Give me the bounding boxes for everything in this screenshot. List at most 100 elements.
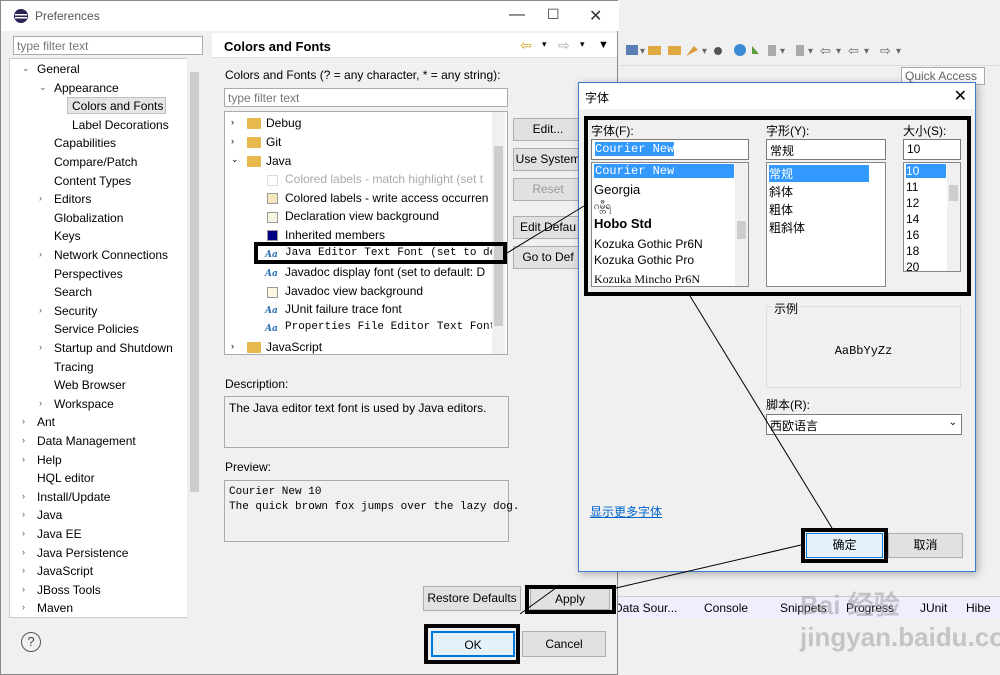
- colors-fonts-label: Colors and Fonts (? = any character, * =…: [225, 68, 501, 82]
- tree-item[interactable]: Tracing: [54, 360, 94, 374]
- expand-icon[interactable]: ›: [39, 193, 42, 203]
- tree-item[interactable]: Java: [37, 508, 62, 522]
- cf-item[interactable]: Inherited members: [285, 228, 385, 242]
- tree-item[interactable]: Compare/Patch: [54, 155, 137, 169]
- colors-fonts-filter-input[interactable]: type filter text: [224, 88, 508, 107]
- cf-item[interactable]: Declaration view background: [285, 209, 439, 223]
- collapse-icon[interactable]: ⌄: [39, 82, 47, 93]
- back-icon[interactable]: ⇦: [520, 37, 532, 54]
- expand-icon[interactable]: ›: [39, 305, 42, 315]
- tree-item[interactable]: Colors and Fonts: [72, 99, 163, 113]
- reset-button[interactable]: Reset: [513, 178, 583, 201]
- tree-item[interactable]: Globalization: [54, 211, 123, 225]
- tree-item[interactable]: Maven: [37, 601, 73, 615]
- font-aa-icon: Aa: [265, 269, 278, 279]
- expand-icon[interactable]: ›: [231, 117, 234, 127]
- forward-icon[interactable]: ⇨: [558, 37, 570, 54]
- expand-icon[interactable]: ›: [22, 547, 25, 557]
- tree-item[interactable]: Keys: [54, 229, 81, 243]
- restore-defaults-button[interactable]: Restore Defaults: [423, 586, 521, 611]
- tree-item[interactable]: Startup and Shutdown: [54, 341, 173, 355]
- cf-item[interactable]: Colored labels - match highlight (set t: [285, 172, 483, 186]
- expand-icon[interactable]: ›: [39, 398, 42, 408]
- collapse-icon[interactable]: ⌄: [231, 154, 239, 165]
- forward-menu-icon[interactable]: ▾: [580, 39, 585, 50]
- tree-item[interactable]: Security: [54, 304, 97, 318]
- expand-icon[interactable]: ›: [22, 565, 25, 575]
- tree-scrollbar[interactable]: [187, 58, 202, 618]
- maximize-icon[interactable]: ☐: [547, 6, 560, 23]
- tree-item[interactable]: HQL editor: [37, 471, 95, 485]
- expand-icon[interactable]: ›: [39, 342, 42, 352]
- view-menu-icon[interactable]: ▼: [598, 39, 609, 51]
- use-system-font-button[interactable]: Use System: [513, 148, 583, 171]
- expand-icon[interactable]: ›: [231, 341, 234, 351]
- cf-tree-scrollbar[interactable]: [492, 112, 505, 354]
- svg-text:▾: ▾: [780, 46, 785, 57]
- tree-item[interactable]: Java EE: [37, 527, 82, 541]
- tab-console[interactable]: Console: [704, 601, 748, 615]
- highlight-box: [801, 528, 888, 563]
- cancel-button[interactable]: Cancel: [522, 631, 606, 657]
- tree-item[interactable]: Web Browser: [54, 378, 126, 392]
- expand-icon[interactable]: ›: [22, 454, 25, 464]
- expand-icon[interactable]: ›: [22, 602, 25, 612]
- font-cancel-button[interactable]: 取消: [888, 533, 963, 558]
- edit-button[interactable]: Edit...: [513, 118, 583, 141]
- minimize-icon[interactable]: —: [509, 6, 525, 24]
- tree-item[interactable]: Install/Update: [37, 490, 110, 504]
- back-menu-icon[interactable]: ▾: [542, 39, 547, 50]
- tree-item[interactable]: Perspectives: [54, 267, 123, 281]
- cf-item[interactable]: Colored labels - write access occurren: [285, 191, 488, 205]
- cf-item-javascript[interactable]: JavaScript: [266, 340, 322, 354]
- tree-item[interactable]: Search: [54, 285, 92, 299]
- expand-icon[interactable]: ›: [22, 491, 25, 501]
- cf-item-java[interactable]: Java: [266, 154, 291, 168]
- color-swatch-icon: [267, 287, 278, 298]
- tree-item[interactable]: JBoss Tools: [37, 583, 101, 597]
- cf-item[interactable]: Javadoc view background: [285, 284, 423, 298]
- expand-icon[interactable]: ›: [231, 136, 234, 146]
- description-text: The Java editor text font is used by Jav…: [224, 396, 509, 448]
- expand-icon[interactable]: ›: [22, 435, 25, 445]
- tree-item[interactable]: Capabilities: [54, 136, 116, 150]
- tree-item[interactable]: Service Policies: [54, 322, 139, 336]
- tree-item[interactable]: Editors: [54, 192, 91, 206]
- cf-item[interactable]: JUnit failure trace font: [285, 302, 402, 316]
- expand-icon[interactable]: ›: [22, 528, 25, 538]
- tree-item[interactable]: Help: [37, 453, 62, 467]
- colors-fonts-tree: › Debug › Git ⌄ Java Colored labels - ma…: [224, 111, 508, 355]
- cf-item[interactable]: Javadoc display font (set to default: D: [285, 265, 485, 279]
- toolbar-icons[interactable]: ▾ ▾ ▾ ▾ ⇦ ▾ ⇦ ▾ ⇨ ▾: [618, 36, 1000, 66]
- tree-item[interactable]: Content Types: [54, 174, 131, 188]
- expand-icon[interactable]: ›: [22, 509, 25, 519]
- go-to-default-button[interactable]: Go to Def: [513, 246, 583, 269]
- tree-item[interactable]: Ant: [37, 415, 55, 429]
- tab-data-source[interactable]: Data Sour...: [614, 601, 677, 615]
- collapse-icon[interactable]: ⌄: [22, 63, 30, 74]
- close-icon[interactable]: ✕: [954, 86, 967, 106]
- font-aa-icon: Aa: [265, 324, 278, 334]
- more-fonts-link[interactable]: 显示更多字体: [590, 503, 662, 520]
- cf-item-git[interactable]: Git: [266, 135, 281, 149]
- close-icon[interactable]: ✕: [589, 6, 602, 26]
- edit-default-button[interactable]: Edit Defau: [513, 216, 583, 239]
- tree-item[interactable]: Label Decorations: [72, 118, 169, 132]
- cf-item[interactable]: Properties File Editor Text Font: [285, 321, 496, 333]
- tree-item[interactable]: Network Connections: [54, 248, 168, 262]
- page-title: Colors and Fonts: [224, 39, 331, 54]
- help-icon[interactable]: ?: [21, 632, 41, 652]
- tree-item[interactable]: Java Persistence: [37, 546, 128, 560]
- tree-item[interactable]: Appearance: [54, 81, 119, 95]
- expand-icon[interactable]: ›: [22, 416, 25, 426]
- pref-filter-input[interactable]: type filter text: [13, 36, 203, 55]
- cf-item-debug[interactable]: Debug: [266, 116, 301, 130]
- tree-item[interactable]: General: [37, 62, 80, 76]
- script-select[interactable]: 西欧语言 ⌄: [766, 414, 962, 435]
- tree-item[interactable]: Workspace: [54, 397, 114, 411]
- expand-icon[interactable]: ›: [39, 249, 42, 259]
- tree-item[interactable]: Data Management: [37, 434, 136, 448]
- expand-icon[interactable]: ›: [22, 584, 25, 594]
- highlight-box: [525, 585, 616, 614]
- tree-item[interactable]: JavaScript: [37, 564, 93, 578]
